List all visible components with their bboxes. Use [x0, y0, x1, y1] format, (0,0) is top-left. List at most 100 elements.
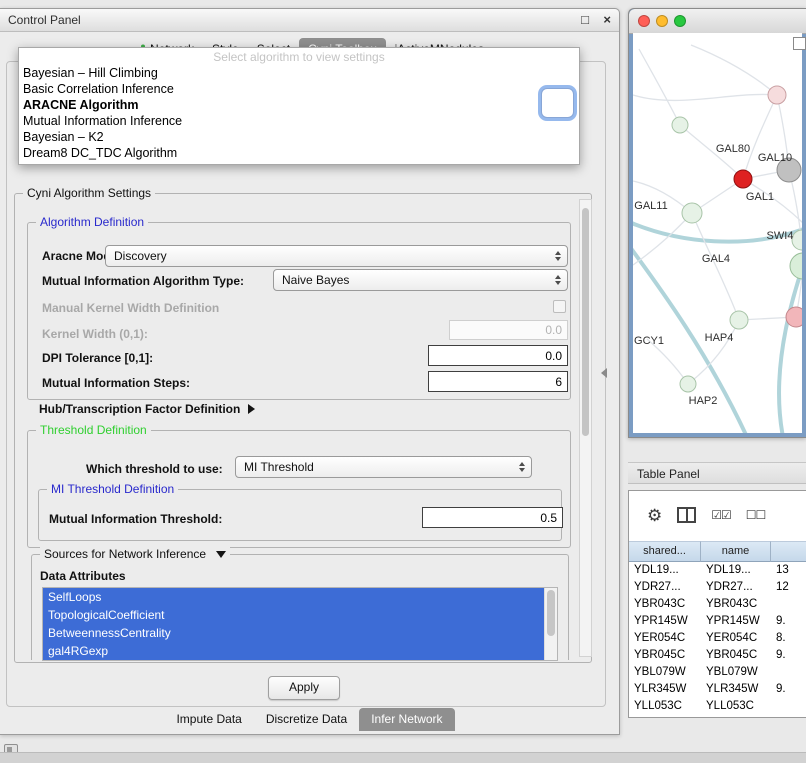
column-header[interactable]: shared... — [629, 541, 701, 562]
bottom-tab-discretize-data[interactable]: Discretize Data — [254, 708, 359, 731]
table-cell[interactable]: YBR045C — [701, 647, 771, 664]
table-cell[interactable]: 8. — [771, 630, 806, 647]
table-row[interactable]: YDR27...YDR27...12 — [629, 579, 806, 596]
table-cell[interactable]: YBR043C — [629, 596, 701, 613]
table-cell[interactable]: YER054C — [701, 630, 771, 647]
settings-scrollbar[interactable] — [579, 199, 592, 657]
table-cell[interactable]: YDL19... — [701, 562, 771, 579]
algorithm-menu-item[interactable]: Mutual Information Inference — [19, 113, 579, 129]
table-cell[interactable]: YPR145W — [629, 613, 701, 630]
attribute-list-scrollbar[interactable] — [544, 588, 557, 660]
table-cell[interactable]: 12 — [771, 579, 806, 596]
table-cell[interactable]: YBR043C — [701, 596, 771, 613]
algorithm-menu-item[interactable]: ARACNE Algorithm — [19, 97, 579, 113]
network-node[interactable] — [680, 376, 696, 392]
close-traffic-light-icon[interactable] — [638, 15, 650, 27]
scrollbar-thumb[interactable] — [582, 208, 589, 436]
table-row[interactable]: YLL053CYLL053C — [629, 698, 806, 715]
hub-definition-label: Hub/Transcription Factor Definition — [39, 402, 240, 416]
minimize-traffic-light-icon[interactable] — [656, 15, 668, 27]
network-view-titlebar[interactable] — [629, 9, 806, 34]
table-cell[interactable] — [771, 596, 806, 613]
network-node[interactable] — [734, 170, 752, 188]
table-cell[interactable]: YBL079W — [629, 664, 701, 681]
select-all-checkboxes-icon[interactable]: ☑☑ — [711, 507, 731, 524]
table-cell[interactable]: YER054C — [629, 630, 701, 647]
network-edge[interactable] — [639, 49, 680, 125]
network-node[interactable] — [768, 86, 786, 104]
table-row[interactable]: YBL079WYBL079W — [629, 664, 806, 681]
network-node[interactable] — [672, 117, 688, 133]
table-cell[interactable]: 9. — [771, 647, 806, 664]
table-cell[interactable]: YLL053C — [629, 698, 701, 715]
bottom-tab-impute-data[interactable]: Impute Data — [164, 708, 253, 731]
column-header[interactable] — [771, 541, 806, 562]
column-header[interactable]: name — [701, 541, 771, 562]
network-edge[interactable] — [692, 213, 739, 320]
mi-threshold-input[interactable] — [422, 507, 563, 528]
table-row[interactable]: YLR345WYLR345W9. — [629, 681, 806, 698]
algorithm-menu-item[interactable]: Dream8 DC_TDC Algorithm — [19, 145, 579, 161]
table-cell[interactable]: YBR045C — [629, 647, 701, 664]
mi-type-select[interactable]: Naive Bayes — [273, 269, 568, 291]
network-edge[interactable] — [691, 45, 777, 95]
float-window-icon[interactable]: □ — [581, 12, 589, 27]
table-row[interactable]: YPR145WYPR145W9. — [629, 613, 806, 630]
table-row[interactable]: YBR045CYBR045C9. — [629, 647, 806, 664]
close-window-icon[interactable]: × — [603, 12, 611, 27]
control-panel-titlebar[interactable]: Control Panel □ × — [0, 9, 619, 32]
zoom-traffic-light-icon[interactable] — [674, 15, 686, 27]
scrollbar-thumb[interactable] — [547, 590, 555, 636]
network-edge[interactable] — [743, 95, 777, 179]
focused-help-button[interactable] — [541, 88, 574, 118]
mi-threshold-label: Mutual Information Threshold: — [49, 512, 222, 526]
network-node-label: HAP4 — [705, 332, 734, 344]
attribute-list-item[interactable]: SelfLoops — [43, 588, 545, 606]
mi-steps-input[interactable] — [428, 371, 568, 392]
mi-type-value: Naive Bayes — [282, 273, 349, 287]
network-node[interactable] — [790, 253, 802, 279]
table-cell[interactable]: 9. — [771, 613, 806, 630]
table-cell[interactable] — [771, 698, 806, 715]
table-row[interactable]: YER054CYER054C8. — [629, 630, 806, 647]
columns-icon[interactable] — [677, 507, 696, 523]
table-row[interactable]: YBR043CYBR043C — [629, 596, 806, 613]
aracne-mode-select[interactable]: Discovery — [105, 245, 568, 267]
network-node[interactable] — [786, 307, 802, 327]
canvas-scroll-button[interactable] — [793, 37, 806, 50]
which-threshold-select[interactable]: MI Threshold — [235, 456, 532, 478]
network-edge-thick[interactable] — [779, 266, 802, 433]
sources-legend[interactable]: Sources for Network Inference — [40, 547, 230, 561]
algorithm-menu-item[interactable]: Bayesian – Hill Climbing — [19, 65, 579, 81]
table-cell[interactable] — [771, 664, 806, 681]
gear-icon[interactable]: ⚙ — [647, 507, 662, 524]
attribute-list-item[interactable]: BetweennessCentrality — [43, 624, 545, 642]
splitter-collapse-icon[interactable] — [601, 368, 607, 378]
table-cell[interactable]: YBL079W — [701, 664, 771, 681]
table-cell[interactable]: YDR27... — [629, 579, 701, 596]
network-node[interactable] — [730, 311, 748, 329]
table-cell[interactable]: YDL19... — [629, 562, 701, 579]
bottom-tab-infer-network[interactable]: Infer Network — [359, 708, 454, 731]
apply-button[interactable]: Apply — [268, 676, 340, 700]
hub-definition-toggle[interactable]: Hub/Transcription Factor Definition — [39, 402, 255, 416]
table-cell[interactable]: YDR27... — [701, 579, 771, 596]
network-edge[interactable] — [789, 170, 802, 266]
network-canvas[interactable]: GAL80GAL10GAL11GAL1SWI4GAL4GCY1HAP4HAP2 — [633, 33, 802, 433]
table-cell[interactable]: 13 — [771, 562, 806, 579]
attribute-list-item[interactable]: gal4RGexp — [43, 642, 545, 660]
dpi-tolerance-input[interactable] — [428, 345, 568, 366]
algorithm-menu-item[interactable]: Basic Correlation Inference — [19, 81, 579, 97]
table-cell[interactable]: YLR345W — [629, 681, 701, 698]
network-edge[interactable] — [633, 94, 777, 100]
table-cell[interactable]: YPR145W — [701, 613, 771, 630]
deselect-all-checkboxes-icon[interactable]: ☐☐ — [746, 507, 766, 524]
attribute-list-item[interactable]: TopologicalCoefficient — [43, 606, 545, 624]
table-cell[interactable]: 9. — [771, 681, 806, 698]
network-node[interactable] — [682, 203, 702, 223]
table-row[interactable]: YDL19...YDL19...13 — [629, 562, 806, 579]
dpi-tolerance-label: DPI Tolerance [0,1]: — [42, 351, 153, 365]
table-cell[interactable]: YLR345W — [701, 681, 771, 698]
table-cell[interactable]: YLL053C — [701, 698, 771, 715]
algorithm-menu-item[interactable]: Bayesian – K2 — [19, 129, 579, 145]
